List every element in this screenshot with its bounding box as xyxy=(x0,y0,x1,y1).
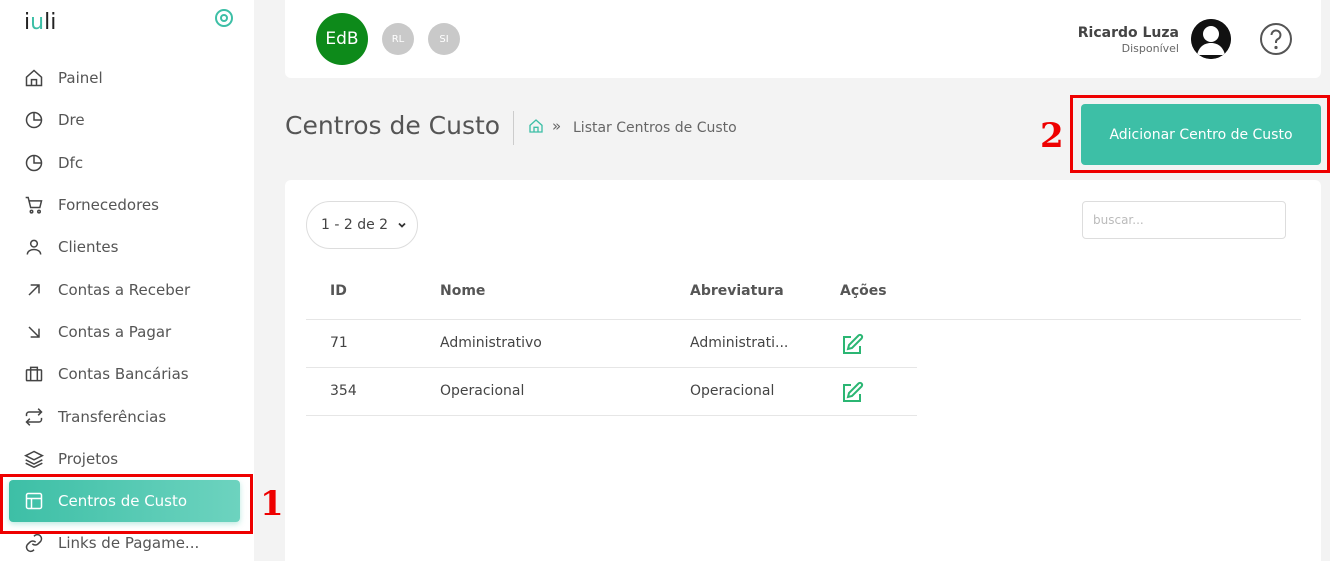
column-header-acoes: Ações xyxy=(840,283,887,299)
sidebar-item-dfc[interactable]: Dfc xyxy=(0,142,254,184)
sidebar-item-label: Links de Pagame... xyxy=(58,534,200,553)
layers-icon xyxy=(24,449,44,469)
pagination-select[interactable]: 1 - 2 de 2 xyxy=(306,201,418,249)
sidebar-item-painel[interactable]: Painel xyxy=(0,57,254,99)
table-row: 354 Operacional Operacional xyxy=(306,368,917,416)
annotation-number-1: 1 xyxy=(260,484,284,524)
sidebar-item-label: Transferências xyxy=(58,407,167,426)
cell-id: 354 xyxy=(330,383,357,399)
help-icon[interactable] xyxy=(1259,22,1293,56)
arrow-up-right-icon xyxy=(24,280,44,300)
user-status: Disponível xyxy=(1121,42,1179,55)
avatar[interactable] xyxy=(1191,19,1231,59)
home-icon xyxy=(24,68,44,88)
column-header-id[interactable]: ID xyxy=(330,283,347,299)
org-badge[interactable]: RL xyxy=(382,23,414,55)
pie-chart-icon xyxy=(24,110,44,130)
edit-icon[interactable] xyxy=(840,381,864,405)
cell-nome: Administrativo xyxy=(440,335,542,351)
cost-centers-table: ID Nome Abreviatura Ações 71 Administrat… xyxy=(306,270,1301,416)
sidebar-item-label: Dfc xyxy=(58,153,84,172)
cell-nome: Operacional xyxy=(440,383,525,399)
sidebar-item-label: Contas a Pagar xyxy=(58,322,172,341)
sidebar-item-transferencias[interactable]: Transferências xyxy=(0,395,254,437)
sidebar-item-fornecedores[interactable]: Fornecedores xyxy=(0,184,254,226)
sidebar-item-label: Fornecedores xyxy=(58,196,159,215)
sidebar-item-label: Projetos xyxy=(58,449,119,468)
sidebar-item-contas-bancarias[interactable]: Contas Bancárias xyxy=(0,353,254,395)
annotation-number-2: 2 xyxy=(1040,116,1064,156)
cell-id: 71 xyxy=(330,335,348,351)
top-bar: EdB RL SI Ricardo Luza Disponível xyxy=(285,0,1321,78)
pie-chart-icon xyxy=(24,153,44,173)
cell-abreviatura: Administrati... xyxy=(690,335,789,351)
annotation-box-2 xyxy=(1070,95,1330,173)
title-divider xyxy=(513,111,514,145)
link-icon xyxy=(24,533,44,553)
column-header-abreviatura[interactable]: Abreviatura xyxy=(690,283,784,299)
user-icon xyxy=(24,237,44,257)
arrow-down-right-icon xyxy=(24,322,44,342)
org-badge-active[interactable]: EdB xyxy=(316,13,368,65)
breadcrumb-home-icon[interactable] xyxy=(528,118,544,134)
table-row: 71 Administrativo Administrati... xyxy=(306,320,917,368)
page-title: Centros de Custo xyxy=(285,111,501,140)
app-logo[interactable]: iuli xyxy=(24,10,56,35)
user-name: Ricardo Luza xyxy=(1077,25,1179,41)
repeat-icon xyxy=(24,407,44,427)
column-header-nome[interactable]: Nome xyxy=(440,283,485,299)
breadcrumb: Listar Centros de Custo xyxy=(573,120,737,136)
cost-centers-card: 1 - 2 de 2 ID Nome Abreviatura Ações 71 … xyxy=(285,180,1321,561)
sidebar-item-label: Dre xyxy=(58,111,85,130)
sidebar-item-contas-a-pagar[interactable]: Contas a Pagar xyxy=(0,311,254,353)
sidebar-item-dre[interactable]: Dre xyxy=(0,99,254,141)
chevron-down-icon xyxy=(396,219,408,231)
sidebar-item-contas-a-receber[interactable]: Contas a Receber xyxy=(0,268,254,310)
edit-icon[interactable] xyxy=(840,333,864,357)
annotation-box-1 xyxy=(0,474,253,534)
sidebar-item-label: Painel xyxy=(58,69,103,88)
table-header: ID Nome Abreviatura Ações xyxy=(306,270,1301,320)
org-badge[interactable]: SI xyxy=(428,23,460,55)
sidebar-item-label: Clientes xyxy=(58,238,119,257)
cell-abreviatura: Operacional xyxy=(690,383,775,399)
sidebar-item-label: Contas Bancárias xyxy=(58,365,189,384)
sidebar-item-clientes[interactable]: Clientes xyxy=(0,226,254,268)
pagination-label: 1 - 2 de 2 xyxy=(321,217,389,233)
briefcase-icon xyxy=(24,364,44,384)
breadcrumb-separator: » xyxy=(552,117,562,135)
search-input[interactable] xyxy=(1082,201,1286,239)
cart-icon xyxy=(24,195,44,215)
sidebar-item-label: Contas a Receber xyxy=(58,280,191,299)
target-icon[interactable] xyxy=(214,8,234,28)
